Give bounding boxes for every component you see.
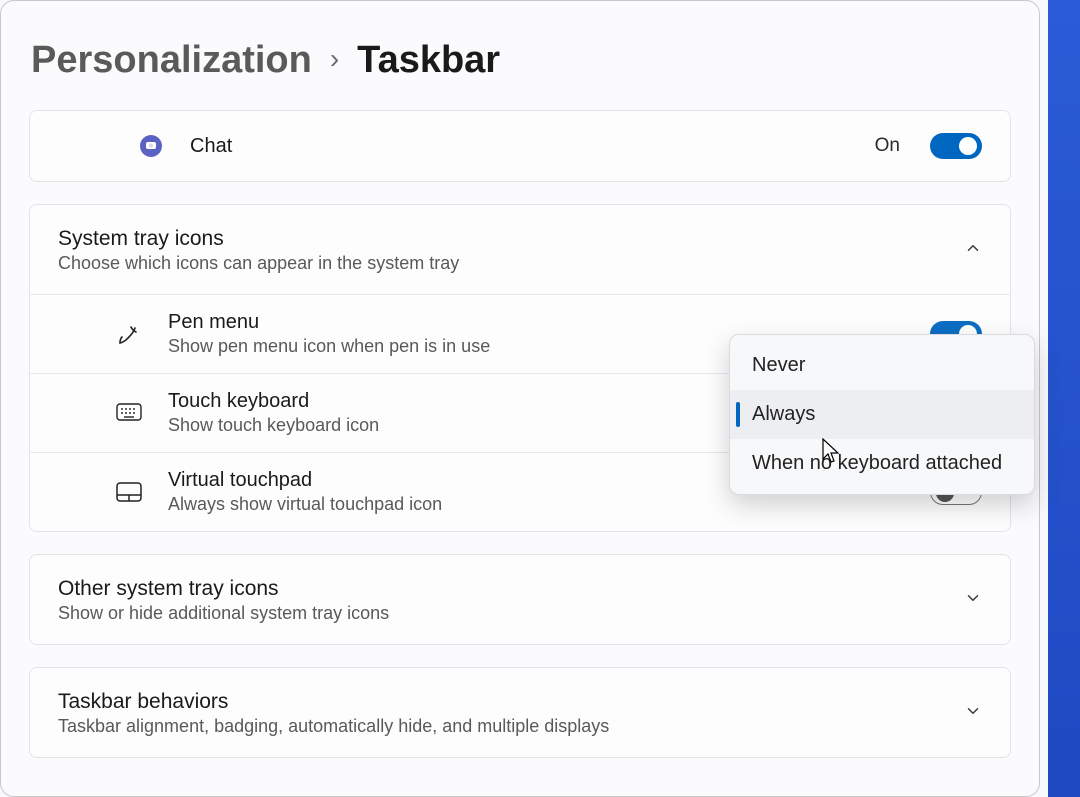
chevron-down-icon — [964, 589, 982, 612]
breadcrumb-parent[interactable]: Personalization — [31, 39, 312, 82]
dropdown-option-when-no-keyboard[interactable]: When no keyboard attached — [730, 439, 1034, 488]
dropdown-option-never[interactable]: Never — [730, 341, 1034, 390]
chevron-up-icon — [964, 239, 982, 262]
chat-row[interactable]: Chat On — [30, 111, 1010, 181]
window-edge-band — [1048, 0, 1080, 797]
system-tray-subtitle: Choose which icons can appear in the sys… — [58, 253, 940, 274]
system-tray-title: System tray icons — [58, 227, 940, 251]
pen-menu-title: Pen menu — [168, 311, 906, 334]
taskbar-behaviors-sub: Taskbar alignment, badging, automaticall… — [58, 716, 940, 737]
pen-icon — [114, 322, 144, 346]
chat-icon — [136, 134, 166, 158]
breadcrumb: Personalization › Taskbar — [1, 29, 1039, 110]
dropdown-option-always[interactable]: Always — [730, 390, 1034, 439]
touch-keyboard-dropdown: Never Always When no keyboard attached — [729, 334, 1035, 495]
system-tray-header[interactable]: System tray icons Choose which icons can… — [30, 205, 1010, 294]
taskbar-behaviors-title: Taskbar behaviors — [58, 690, 940, 714]
chevron-down-icon — [964, 702, 982, 725]
keyboard-icon — [114, 403, 144, 423]
other-system-tray-section[interactable]: Other system tray icons Show or hide add… — [29, 554, 1011, 645]
touchpad-icon — [114, 482, 144, 502]
chevron-right-icon: › — [330, 43, 339, 75]
virtual-touchpad-sub: Always show virtual touchpad icon — [168, 494, 906, 515]
chat-state-label: On — [875, 135, 900, 157]
other-tray-title: Other system tray icons — [58, 577, 940, 601]
taskbar-behaviors-section[interactable]: Taskbar behaviors Taskbar alignment, bad… — [29, 667, 1011, 758]
chat-toggle[interactable] — [930, 133, 982, 159]
taskbar-item-chat: Chat On — [29, 110, 1011, 182]
breadcrumb-current: Taskbar — [357, 39, 500, 82]
chat-label: Chat — [190, 135, 851, 158]
other-tray-sub: Show or hide additional system tray icon… — [58, 603, 940, 624]
